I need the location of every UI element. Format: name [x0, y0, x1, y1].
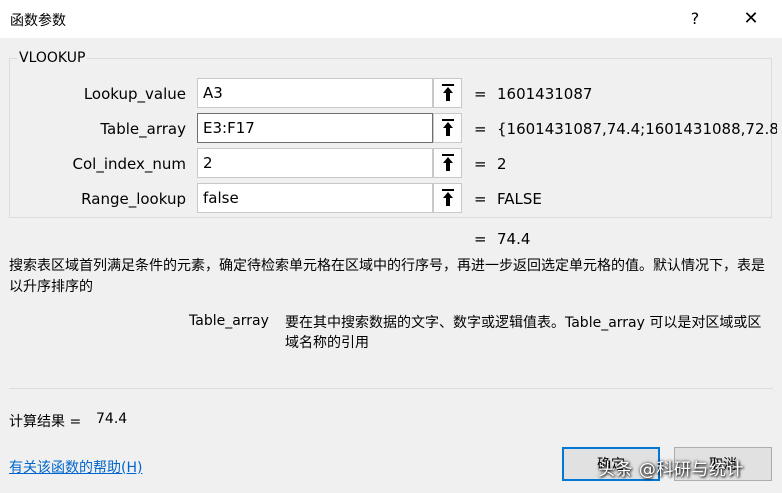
separator — [9, 388, 773, 389]
function-description: 搜索表区域首列满足条件的元素，确定待检索单元格在区域中的行序号，再进一步返回选定… — [9, 258, 765, 295]
calc-result-label: 计算结果 = — [9, 414, 82, 430]
help-icon[interactable]: ? — [680, 4, 710, 34]
current-arg-description: 要在其中搜索数据的文字、数字或逻辑值表。Table_array 可以是对区域或区… — [285, 315, 762, 351]
calc-result-value: 74.4 — [96, 411, 128, 427]
collapse-range-icon — [441, 84, 454, 101]
arg-result-range-lookup: FALSE — [497, 190, 542, 208]
lookup-value-input[interactable] — [197, 78, 433, 108]
range-lookup-input[interactable] — [197, 183, 433, 213]
equals-sign: = — [474, 155, 487, 173]
function-name: VLOOKUP — [17, 50, 88, 66]
range-lookup-collapse-button[interactable] — [433, 183, 462, 213]
table-array-collapse-button[interactable] — [433, 113, 462, 143]
arg-result-lookup-value: 1601431087 — [497, 85, 593, 103]
equals-sign: = — [474, 85, 487, 103]
equals-sign: = — [474, 230, 487, 248]
close-icon[interactable]: ✕ — [734, 4, 768, 34]
collapse-range-icon — [441, 189, 454, 206]
table-array-input[interactable] — [197, 113, 433, 143]
function-result: 74.4 — [497, 230, 531, 248]
equals-sign: = — [474, 120, 487, 138]
function-help-link[interactable]: 有关该函数的帮助(H) — [9, 457, 142, 477]
arg-label-col-index-num: Col_index_num — [72, 155, 186, 173]
arg-label-lookup-value: Lookup_value — [83, 85, 186, 103]
arg-result-col-index-num: 2 — [497, 155, 507, 173]
arg-result-table-array: {1601431087,74.4;1601431088,72.8; — [497, 120, 777, 138]
watermark: 头条 @科研与统计 — [598, 460, 744, 480]
title-bar: 函数参数 ? ✕ — [0, 0, 782, 38]
arg-label-range-lookup: Range_lookup — [81, 190, 186, 208]
current-arg-name: Table_array — [189, 313, 269, 329]
col-index-num-collapse-button[interactable] — [433, 148, 462, 178]
lookup-value-collapse-button[interactable] — [433, 78, 462, 108]
dialog-title: 函数参数 — [10, 13, 66, 29]
equals-sign: = — [474, 190, 487, 208]
collapse-range-icon — [441, 154, 454, 171]
col-index-num-input[interactable] — [197, 148, 433, 178]
collapse-range-icon — [441, 119, 454, 136]
arg-label-table-array: Table_array — [100, 120, 186, 138]
